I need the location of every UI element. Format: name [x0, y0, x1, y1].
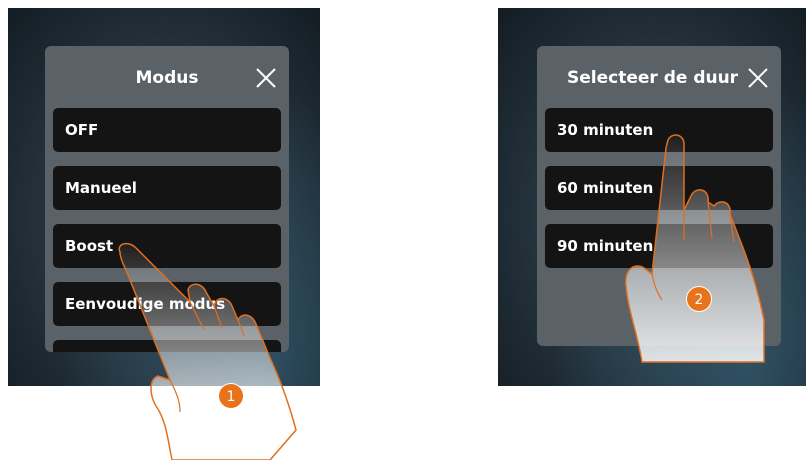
- close-icon[interactable]: [745, 65, 771, 91]
- option-90-minutes[interactable]: 90 minuten: [545, 224, 773, 268]
- option-manual[interactable]: Manueel: [53, 166, 281, 210]
- option-30-minutes[interactable]: 30 minuten: [545, 108, 773, 152]
- left-device-screen: Modus OFF Manueel Boost Eenvoudige modus: [8, 8, 320, 386]
- mode-dialog: Modus OFF Manueel Boost Eenvoudige modus: [45, 46, 289, 352]
- option-simple-mode[interactable]: Eenvoudige modus: [53, 282, 281, 326]
- option-60-minutes[interactable]: 60 minuten: [545, 166, 773, 210]
- duration-dialog: Selecteer de duur 30 minuten 60 minuten …: [537, 46, 781, 346]
- close-icon[interactable]: [253, 65, 279, 91]
- option-boost[interactable]: Boost: [53, 224, 281, 268]
- option-partial-hidden[interactable]: [53, 340, 281, 352]
- step-2-badge: 2: [686, 286, 712, 312]
- right-device-screen: Selecteer de duur 30 minuten 60 minuten …: [498, 8, 806, 386]
- option-off[interactable]: OFF: [53, 108, 281, 152]
- step-1-badge: 1: [218, 383, 244, 409]
